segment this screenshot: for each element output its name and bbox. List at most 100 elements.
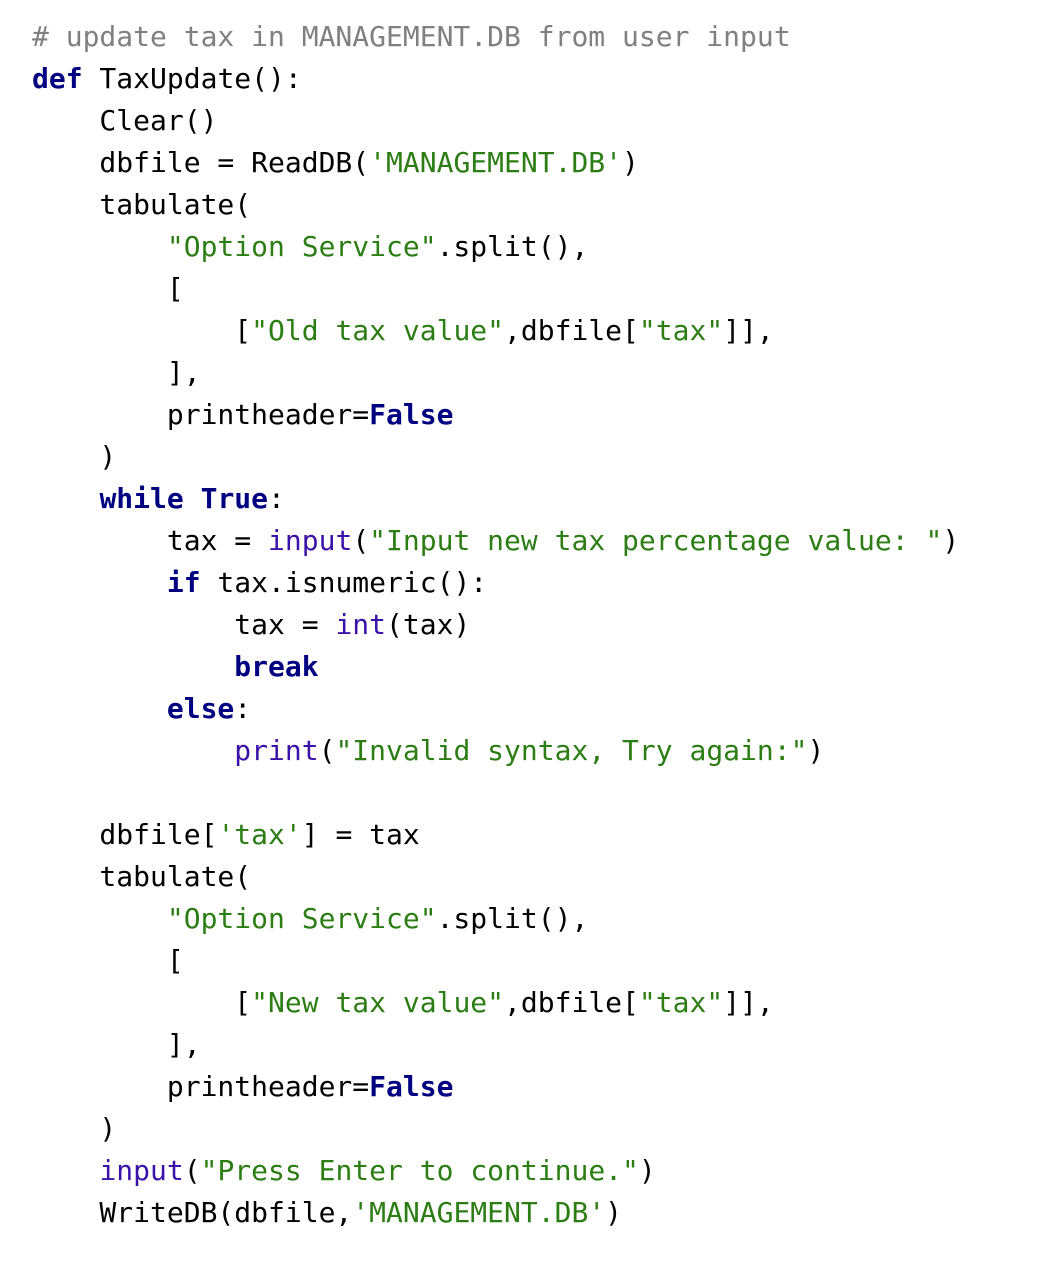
code-text: ], [32, 1028, 201, 1061]
code-line: tax = input("Input new tax percentage va… [32, 520, 1022, 562]
code-text: : [268, 482, 285, 515]
code-line: # update tax in MANAGEMENT.DB from user … [32, 16, 1022, 58]
string-literal: 'MANAGEMENT.DB' [352, 1196, 606, 1229]
keyword-token: def [32, 62, 83, 95]
comment-token: # update tax in MANAGEMENT.DB from user … [32, 20, 791, 53]
keyword-token: break [234, 650, 319, 683]
builtin-call: int [335, 608, 387, 641]
code-text: tax = [32, 608, 336, 641]
keyword-token: False [369, 398, 454, 431]
code-line: "Option Service".split(), [32, 898, 1022, 940]
code-text: ,dbfile[ [504, 314, 639, 347]
keyword-token: if [166, 566, 201, 599]
code-text: : [234, 692, 252, 725]
string-literal: "Invalid syntax, Try again:" [335, 734, 808, 767]
code-line: ], [32, 352, 1022, 394]
string-literal: "tax" [638, 986, 724, 1019]
code-text: ]], [723, 314, 774, 347]
code-text: ,dbfile[ [504, 986, 639, 1019]
code-line: dbfile = ReadDB('MANAGEMENT.DB') [32, 142, 1022, 184]
code-text: ( [183, 1154, 201, 1187]
code-text: ]], [723, 986, 774, 1019]
code-line: tabulate( [32, 184, 1022, 226]
code-text: ], [32, 356, 201, 389]
code-text: ) [638, 1154, 656, 1187]
code-line: printheader=False [32, 394, 1022, 436]
code-text: ) [32, 1112, 117, 1145]
code-line: printheader=False [32, 1066, 1022, 1108]
string-literal: "Old tax value" [251, 314, 505, 347]
code-line: ) [32, 436, 1022, 478]
code-line: tabulate( [32, 856, 1022, 898]
code-text: WriteDB(dbfile, [32, 1196, 353, 1229]
code-text: tabulate( [32, 188, 252, 221]
code-text: dbfile = ReadDB( [32, 146, 370, 179]
string-literal: 'tax' [217, 818, 302, 851]
code-line: else: [32, 688, 1022, 730]
code-editor[interactable]: # update tax in MANAGEMENT.DB from user … [32, 16, 1022, 1234]
keyword-token: else [166, 692, 235, 725]
code-text: ) [942, 524, 960, 557]
string-literal: "Input new tax percentage value: " [369, 524, 943, 557]
string-literal: "Option Service" [166, 230, 437, 263]
keyword-token: False [369, 1070, 454, 1103]
code-line: ) [32, 1108, 1022, 1150]
code-text: (tax) [386, 608, 471, 641]
code-text: ) [807, 734, 825, 767]
code-line: print("Invalid syntax, Try again:") [32, 730, 1022, 772]
string-literal: "Option Service" [166, 902, 437, 935]
code-line: dbfile['tax'] = tax [32, 814, 1022, 856]
code-line: ], [32, 1024, 1022, 1066]
code-text: ) [605, 1196, 623, 1229]
code-line: [ [32, 940, 1022, 982]
builtin-call: input [268, 524, 353, 557]
code-line: "Option Service".split(), [32, 226, 1022, 268]
code-line: if tax.isnumeric(): [32, 562, 1022, 604]
code-text: [ [32, 944, 184, 977]
code-text: [ [32, 272, 184, 305]
code-line: break [32, 646, 1022, 688]
code-text: ( [352, 524, 370, 557]
keyword-token: True [200, 482, 269, 515]
code-text: printheader= [32, 1070, 370, 1103]
builtin-call: input [99, 1154, 184, 1187]
code-text: tax.isnumeric(): [200, 566, 488, 599]
builtin-call: print [234, 734, 319, 767]
code-text: ( [318, 734, 336, 767]
code-line: Clear() [32, 100, 1022, 142]
code-text: [ [32, 314, 252, 347]
code-line: def TaxUpdate(): [32, 58, 1022, 100]
code-text: TaxUpdate(): [82, 62, 302, 95]
code-text: .split(), [436, 230, 589, 263]
code-text: ) [622, 146, 639, 179]
string-literal: "New tax value" [251, 986, 505, 1019]
code-text: ] = tax [301, 818, 420, 851]
code-line: tax = int(tax) [32, 604, 1022, 646]
code-line: ["New tax value",dbfile["tax"]], [32, 982, 1022, 1024]
code-text: [ [32, 986, 252, 1019]
code-text: Clear() [32, 104, 218, 137]
code-text: tabulate( [32, 860, 252, 893]
code-text: tax = [32, 524, 269, 557]
string-literal: "Press Enter to continue." [200, 1154, 639, 1187]
code-text: dbfile[ [32, 818, 218, 851]
keyword-token: while [99, 482, 184, 515]
code-line: while True: [32, 478, 1022, 520]
code-text: ) [32, 440, 117, 473]
code-line: input("Press Enter to continue.") [32, 1150, 1022, 1192]
code-text: .split(), [436, 902, 589, 935]
code-line: [ [32, 268, 1022, 310]
code-line: ["Old tax value",dbfile["tax"]], [32, 310, 1022, 352]
string-literal: 'MANAGEMENT.DB' [369, 146, 623, 179]
string-literal: "tax" [638, 314, 724, 347]
